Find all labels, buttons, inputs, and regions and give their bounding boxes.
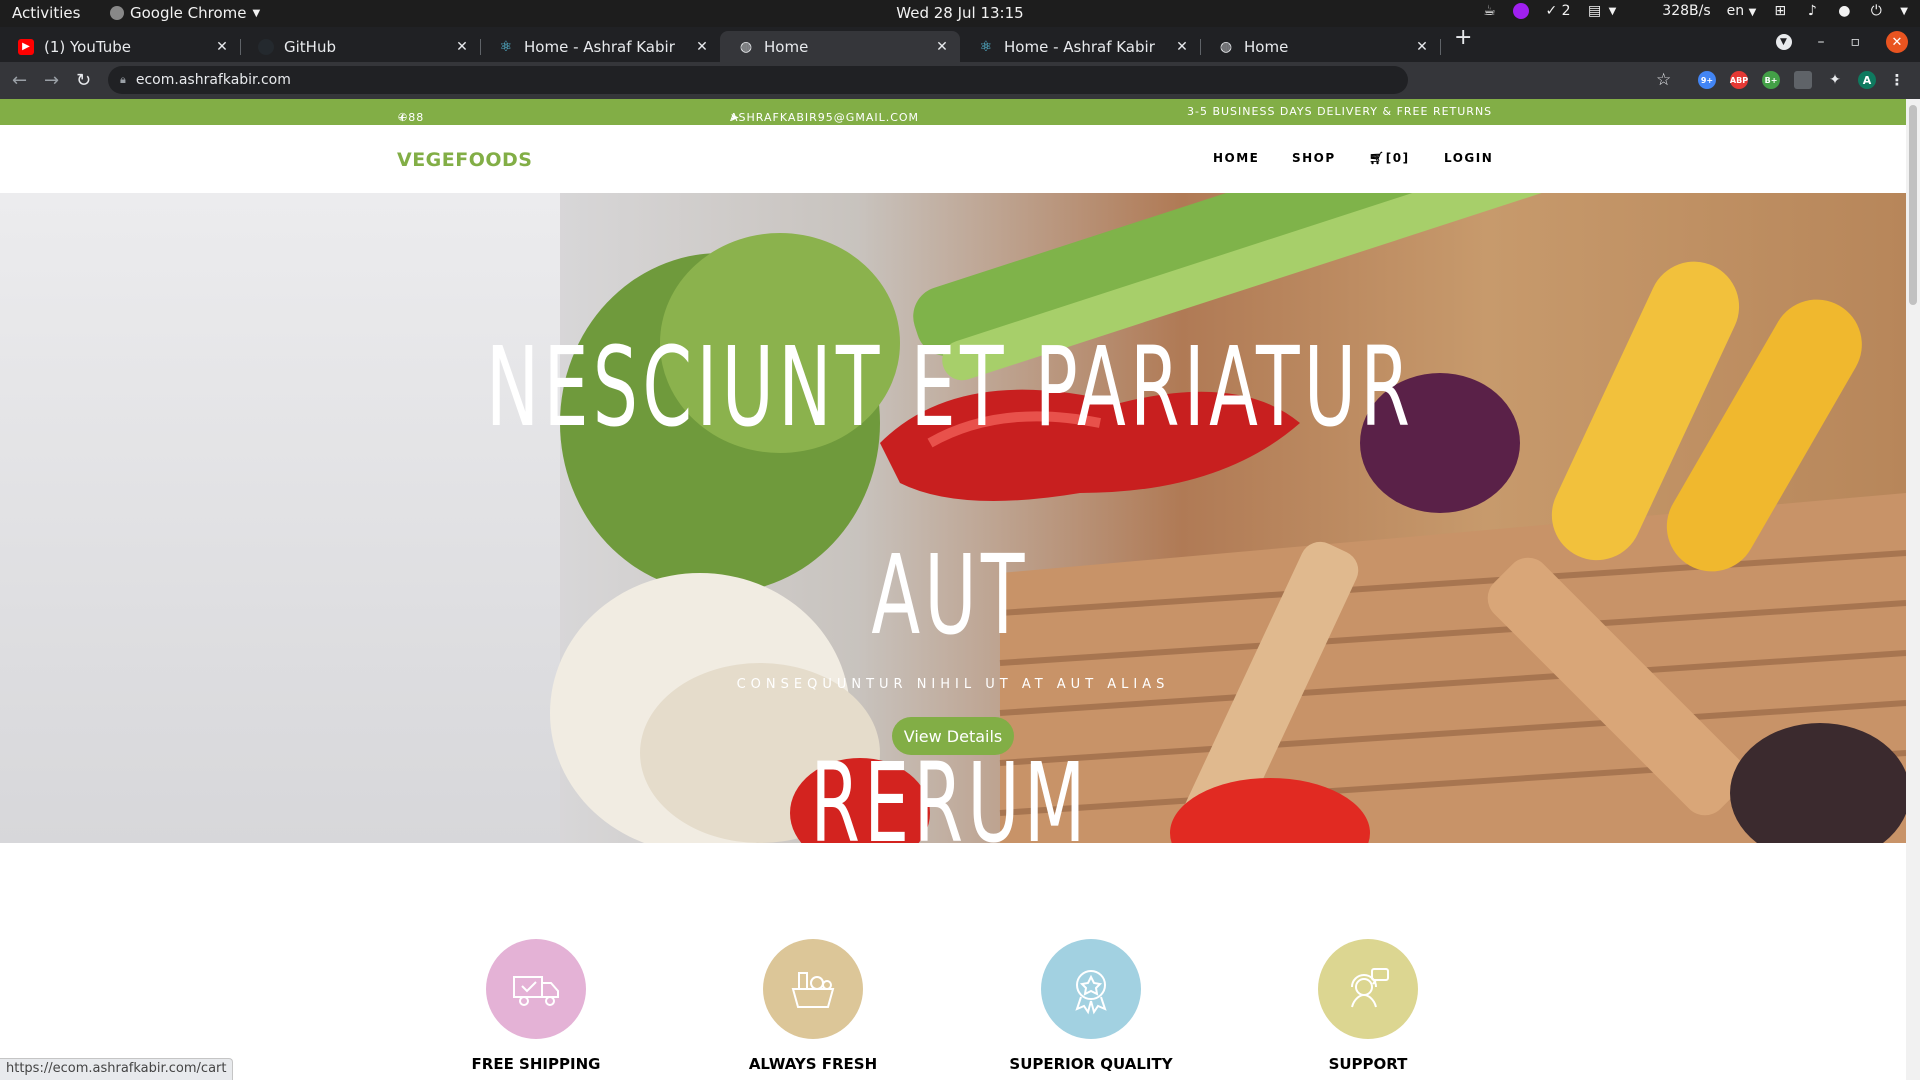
tab-title: GitHub <box>284 37 336 56</box>
clipboard-icon[interactable]: ▤ <box>1587 3 1603 19</box>
kebab-menu-icon[interactable]: ⋮ <box>1888 71 1906 89</box>
feature-label: FREE SHIPPING <box>471 1055 601 1073</box>
truck-icon <box>486 939 586 1039</box>
chevron-down-icon: ▼ <box>1748 7 1757 18</box>
maximize-button[interactable]: ▫ <box>1851 34 1861 50</box>
microphone-icon[interactable]: ● <box>1836 3 1852 19</box>
close-icon[interactable]: ✕ <box>454 39 470 55</box>
minimize-button[interactable]: – <box>1818 34 1825 50</box>
cart-icon: 🛒︎ <box>1369 151 1386 165</box>
address-bar[interactable]: 🔒︎ ecom.ashrafkabir.com <box>108 66 1408 94</box>
tab-title: Home <box>1244 37 1289 56</box>
new-tab-button[interactable]: + <box>1454 25 1472 50</box>
feature-always-fresh: ALWAYS FRESH <box>713 939 913 1073</box>
updates-indicator[interactable]: ✓ 2 <box>1545 3 1570 19</box>
system-top-bar: Activities Google Chrome ▼ Wed 28 Jul 13… <box>0 0 1920 27</box>
nav-home[interactable]: HOME <box>1213 151 1259 165</box>
tab-search-icon[interactable]: ▼ <box>1775 34 1792 50</box>
screen-icon[interactable] <box>1794 71 1812 89</box>
language-indicator[interactable]: en ▼ <box>1727 3 1757 19</box>
tab-4[interactable]: ⚛ Home - Ashraf Kabir ✕ <box>960 31 1201 62</box>
chevron-down-icon: ▼ <box>1900 5 1908 17</box>
nav-login[interactable]: LOGIN <box>1444 151 1493 165</box>
net-speed: 328B/s <box>1662 3 1711 19</box>
back-button[interactable]: ← <box>12 70 27 91</box>
extension-badge-icon[interactable]: 9+ <box>1698 71 1716 89</box>
volume-icon[interactable]: ♪ <box>1804 3 1820 19</box>
profile-initial: A <box>1862 73 1872 87</box>
coffee-icon[interactable]: ☕ <box>1481 3 1497 19</box>
tab-5[interactable]: ◍ Home ✕ <box>1200 31 1441 62</box>
globe-icon: ◍ <box>1219 38 1233 55</box>
ext-badge-label: 9+ <box>1700 75 1714 85</box>
react-icon: ⚛ <box>979 38 993 55</box>
feature-label: SUPERIOR QUALITY <box>1009 1055 1173 1073</box>
language-label: en <box>1726 3 1745 19</box>
close-icon[interactable]: ✕ <box>1414 39 1430 55</box>
chevron-down-icon: ▼ <box>1608 5 1617 17</box>
reload-button[interactable]: ↻ <box>76 70 91 91</box>
close-window-button[interactable]: ✕ <box>1886 31 1908 53</box>
site-navbar: VEGEFOODS HOME SHOP 🛒︎[0] LOGIN <box>0 125 1906 193</box>
github-icon <box>258 38 274 55</box>
basket-icon <box>763 939 863 1039</box>
network-icon[interactable]: ⊞ <box>1772 3 1788 19</box>
hero-subtitle: CONSEQUUNTUR NIHIL UT AT AUT ALIAS <box>736 677 1170 692</box>
link-status-bar: https://ecom.ashrafkabir.com/cart <box>0 1058 234 1080</box>
extension-b-icon[interactable]: B+ <box>1762 71 1780 89</box>
updates-count: 2 <box>1561 3 1571 19</box>
feature-free-shipping: FREE SHIPPING <box>436 939 636 1073</box>
award-icon <box>1041 939 1141 1039</box>
react-icon: ⚛ <box>499 38 513 55</box>
nav-shop[interactable]: SHOP <box>1292 151 1336 165</box>
view-details-button[interactable]: View Details <box>892 717 1014 755</box>
forward-button[interactable]: → <box>44 70 59 91</box>
site-logo[interactable]: VEGEFOODS <box>397 149 533 171</box>
tab-1[interactable]: GitHub ✕ <box>240 31 481 62</box>
tab-title: (1) YouTube <box>44 37 132 56</box>
delivery-info: 3-5 BUSINESS DAYS DELIVERY & FREE RETURN… <box>1187 105 1493 118</box>
extensions-puzzle-icon[interactable]: ✦ <box>1826 71 1844 89</box>
close-icon[interactable]: ✕ <box>1174 39 1190 55</box>
url-text[interactable]: ecom.ashrafkabir.com <box>136 72 291 88</box>
youtube-icon: ▶ <box>18 38 34 55</box>
tab-strip: ▶ (1) YouTube ✕ GitHub ✕ ⚛ Home - Ashraf… <box>0 25 1920 62</box>
nav-cart[interactable]: 🛒︎[0] <box>1369 151 1410 165</box>
feature-superior-quality: SUPERIOR QUALITY <box>991 939 1191 1073</box>
power-icon[interactable]: ⏻ <box>1868 3 1884 19</box>
tab-0[interactable]: ▶ (1) YouTube ✕ <box>0 31 241 62</box>
ext-abp-label: ABP <box>1729 75 1749 85</box>
cart-count: [0] <box>1385 151 1410 165</box>
bookmark-star-icon[interactable]: ☆ <box>1656 70 1671 90</box>
globe-icon: ◍ <box>739 38 753 55</box>
check-icon: ✓ <box>1545 3 1558 19</box>
close-icon[interactable]: ✕ <box>214 39 230 55</box>
feature-label: ALWAYS FRESH <box>748 1055 878 1073</box>
lock-icon[interactable]: 🔒︎ <box>120 73 126 87</box>
tab-title: Home <box>764 37 809 56</box>
hero-title-line1: Nesciunt et pariatur aut <box>485 323 1415 659</box>
email-text: ASHRAFKABIR95@GMAIL.COM <box>730 111 920 124</box>
adblock-icon[interactable]: ABP <box>1730 71 1748 89</box>
hero-banner: Nesciunt et pariatur aut rerum CONSEQUUN… <box>0 193 1906 843</box>
feature-support: SUPPORT <box>1268 939 1468 1073</box>
profile-avatar[interactable]: A <box>1858 71 1876 89</box>
scrollbar-thumb[interactable] <box>1909 105 1917 305</box>
color-indicator-icon[interactable] <box>1513 3 1530 19</box>
tab-title: Home - Ashraf Kabir <box>524 37 675 56</box>
browser-toolbar: ← → ↻ 🔒︎ ecom.ashrafkabir.com ☆ 9+ ABP B… <box>0 62 1920 99</box>
info-bar: ✆+88 01717093791 ➤ASHRAFKABIR95@GMAIL.CO… <box>0 99 1906 137</box>
support-icon <box>1318 939 1418 1039</box>
tab-title: Home - Ashraf Kabir <box>1004 37 1155 56</box>
page-scrollbar[interactable] <box>1906 99 1920 1080</box>
hero-title: Nesciunt et pariatur aut rerum <box>482 283 1418 843</box>
feature-label: SUPPORT <box>1328 1055 1408 1073</box>
tab-2[interactable]: ⚛ Home - Ashraf Kabir ✕ <box>480 31 721 62</box>
web-page: ✆+88 01717093791 ➤ASHRAFKABIR95@GMAIL.CO… <box>0 99 1906 1080</box>
close-icon[interactable]: ✕ <box>694 39 710 55</box>
ext-b-label: B+ <box>1764 75 1778 85</box>
close-icon[interactable]: ✕ <box>934 39 950 55</box>
tab-3[interactable]: ◍ Home ✕ <box>720 31 960 62</box>
